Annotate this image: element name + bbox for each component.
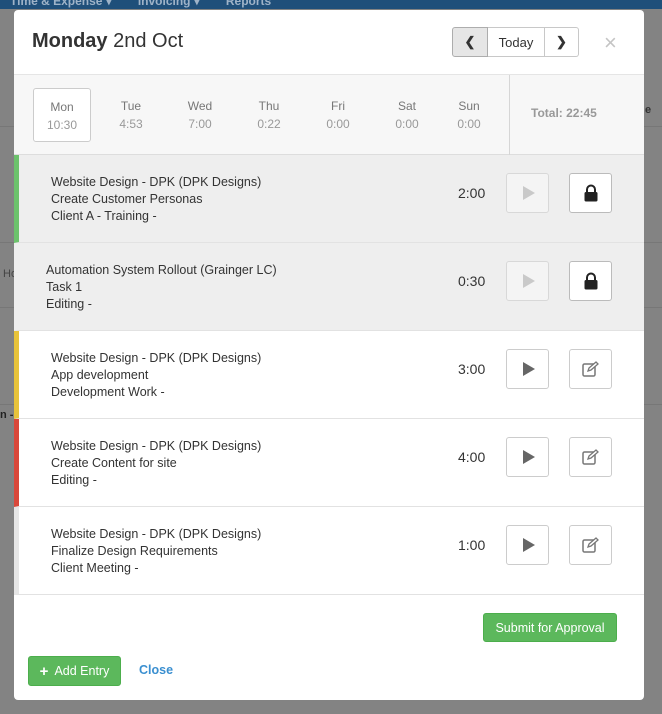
- play-icon: [523, 538, 535, 552]
- edit-entry-button[interactable]: [569, 525, 612, 565]
- play-icon: [523, 274, 535, 288]
- day-total: 0:22: [257, 117, 281, 131]
- entry-project: Automation System Rollout (Grainger LC): [46, 263, 277, 277]
- time-entry-row: Automation System Rollout (Grainger LC) …: [14, 243, 644, 331]
- entry-details: Website Design - DPK (DPK Designs) Creat…: [51, 438, 261, 489]
- entry-category: Client Meeting -: [51, 561, 139, 575]
- entry-task: Create Customer Personas: [51, 192, 203, 206]
- prev-day-button[interactable]: ❮: [452, 27, 488, 57]
- add-entry-label: Add Entry: [54, 664, 110, 678]
- entry-category: Development Work -: [51, 385, 165, 399]
- entry-duration: 2:00: [458, 185, 486, 201]
- start-timer-button[interactable]: [506, 437, 549, 477]
- entry-task: Create Content for site: [51, 456, 177, 470]
- app-top-bar: Time & Expense ▾ Invoicing ▾ Reports: [0, 0, 662, 9]
- day-entries-modal: Monday 2nd Oct ❮ Today ❯ × Mon 10:30 Tue…: [14, 10, 644, 700]
- day-tab-sat[interactable]: Sat 0:00: [378, 88, 436, 142]
- edit-icon: [581, 449, 599, 465]
- title-date: 2nd Oct: [113, 30, 184, 52]
- modal-header: Monday 2nd Oct ❮ Today ❯ ×: [14, 10, 644, 75]
- nav-invoicing[interactable]: Invoicing ▾: [138, 0, 200, 8]
- entry-duration: 0:30: [458, 273, 486, 289]
- day-tab-sun[interactable]: Sun 0:00: [440, 88, 498, 142]
- edit-entry-button[interactable]: [569, 349, 612, 389]
- date-nav-group: ❮ Today ❯: [452, 27, 579, 57]
- plus-icon: +: [39, 662, 49, 680]
- day-tab-wed[interactable]: Wed 7:00: [171, 88, 229, 142]
- entry-project: Website Design - DPK (DPK Designs): [51, 527, 262, 541]
- day-total: 10:30: [46, 118, 78, 132]
- entry-category: Editing -: [51, 473, 97, 487]
- entry-duration: 1:00: [458, 537, 486, 553]
- day-name: Mon: [50, 100, 74, 114]
- day-name: Thu: [258, 99, 280, 113]
- lock-icon: [584, 272, 597, 290]
- time-entry-row: Website Design - DPK (DPK Designs) Final…: [14, 507, 644, 595]
- entry-task: Finalize Design Requirements: [51, 544, 218, 558]
- play-icon: [523, 450, 535, 464]
- chevron-left-icon: ❮: [464, 34, 476, 49]
- day-tab-thu[interactable]: Thu 0:22: [240, 88, 298, 142]
- today-button[interactable]: Today: [488, 27, 545, 57]
- play-icon: [523, 362, 535, 376]
- entry-task: App development: [51, 368, 149, 382]
- entry-details: Website Design - DPK (DPK Designs) Final…: [51, 526, 261, 577]
- entry-category: Client A - Training -: [51, 209, 157, 223]
- entry-duration: 4:00: [458, 449, 486, 465]
- edit-entry-button[interactable]: [569, 437, 612, 477]
- day-name: Tue: [120, 99, 142, 113]
- start-timer-button[interactable]: [506, 525, 549, 565]
- next-day-button[interactable]: ❯: [545, 27, 579, 57]
- day-tab-tue[interactable]: Tue 4:53: [102, 88, 160, 142]
- time-entry-list: Website Design - DPK (DPK Designs) Creat…: [14, 155, 644, 595]
- day-name: Sun: [458, 99, 480, 113]
- entry-project: Website Design - DPK (DPK Designs): [51, 351, 262, 365]
- time-entry-row: Website Design - DPK (DPK Designs) Creat…: [14, 155, 644, 243]
- week-strip: Mon 10:30 Tue 4:53 Wed 7:00 Thu 0:22 Fri…: [14, 75, 644, 155]
- chevron-right-icon: ❯: [556, 34, 567, 49]
- day-name: Wed: [187, 99, 213, 113]
- entry-duration: 3:00: [458, 361, 486, 377]
- day-total: 0:00: [395, 117, 419, 131]
- entry-details: Website Design - DPK (DPK Designs) App d…: [51, 350, 261, 401]
- entry-task: Task 1: [46, 280, 83, 294]
- play-icon: [523, 186, 535, 200]
- total-divider: [509, 75, 510, 155]
- submit-for-approval-button[interactable]: Submit for Approval: [483, 613, 617, 642]
- title-day: Monday: [32, 30, 108, 52]
- close-icon[interactable]: ×: [604, 30, 617, 56]
- edit-icon: [581, 361, 599, 377]
- nav-reports[interactable]: Reports: [226, 0, 271, 8]
- start-timer-button[interactable]: [506, 261, 549, 301]
- entry-project: Website Design - DPK (DPK Designs): [51, 439, 262, 453]
- day-tab-mon[interactable]: Mon 10:30: [33, 88, 91, 142]
- close-link[interactable]: Close: [139, 663, 173, 677]
- bg-fragment: e: [645, 104, 652, 116]
- modal-title: Monday 2nd Oct: [32, 30, 183, 53]
- entry-category: Editing -: [46, 297, 92, 311]
- time-entry-row: Website Design - DPK (DPK Designs) App d…: [14, 331, 644, 419]
- start-timer-button[interactable]: [506, 349, 549, 389]
- lock-icon: [584, 184, 597, 202]
- day-total: 0:00: [326, 117, 350, 131]
- bg-fragment: n -: [0, 409, 14, 421]
- time-entry-row: Website Design - DPK (DPK Designs) Creat…: [14, 419, 644, 507]
- entry-details: Automation System Rollout (Grainger LC) …: [46, 262, 277, 313]
- app-nav: Time & Expense ▾ Invoicing ▾ Reports: [10, 0, 271, 8]
- entry-project: Website Design - DPK (DPK Designs): [51, 175, 262, 189]
- entry-details: Website Design - DPK (DPK Designs) Creat…: [51, 174, 261, 225]
- edit-icon: [581, 537, 599, 553]
- locked-button[interactable]: [569, 261, 612, 301]
- day-name: Sat: [397, 99, 416, 113]
- day-name: Fri: [331, 99, 345, 113]
- add-entry-button[interactable]: + Add Entry: [28, 656, 121, 686]
- nav-time-expense[interactable]: Time & Expense ▾: [10, 0, 112, 8]
- week-total: Total: 22:45: [531, 106, 597, 120]
- day-tab-fri[interactable]: Fri 0:00: [309, 88, 367, 142]
- day-total: 7:00: [188, 117, 212, 131]
- day-total: 0:00: [457, 117, 481, 131]
- day-total: 4:53: [119, 117, 143, 131]
- locked-button[interactable]: [569, 173, 612, 213]
- start-timer-button[interactable]: [506, 173, 549, 213]
